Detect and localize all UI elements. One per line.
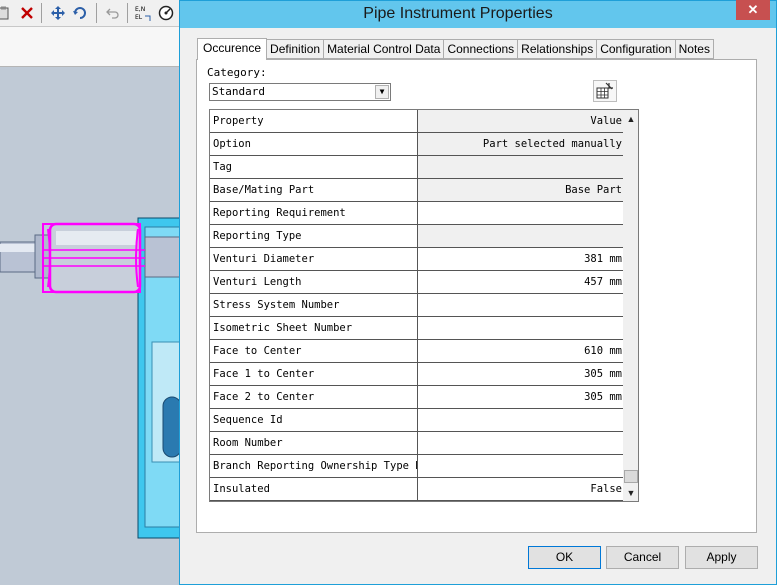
property-name-cell: Face to Center	[210, 340, 418, 363]
graphic-view[interactable]	[0, 67, 181, 585]
svg-text:EL: EL	[135, 14, 143, 21]
property-value-cell[interactable]	[418, 409, 623, 432]
move-icon[interactable]	[48, 3, 67, 22]
property-value-cell[interactable]: 305 mm	[418, 363, 623, 386]
property-name-cell: Venturi Length	[210, 271, 418, 294]
coordinates-icon[interactable]: E,N EL	[133, 3, 152, 22]
category-label: Category:	[207, 66, 267, 79]
property-value-cell[interactable]	[418, 294, 623, 317]
property-name-cell: Reporting Type	[210, 225, 418, 248]
svg-text:E,N: E,N	[135, 6, 145, 13]
measure-icon[interactable]	[156, 3, 175, 22]
rotate-icon[interactable]	[70, 3, 89, 22]
table-row[interactable]: Insulated False	[210, 478, 623, 501]
property-value-cell[interactable]: 305 mm	[418, 386, 623, 409]
property-name-cell: Branch Reporting Ownership Type Bs	[210, 455, 418, 478]
property-name-cell: Face 1 to Center	[210, 363, 418, 386]
apply-button[interactable]: Apply	[685, 546, 758, 569]
property-name-cell: Face 2 to Center	[210, 386, 418, 409]
table-row[interactable]: Tag	[210, 156, 623, 179]
ok-button[interactable]: OK	[528, 546, 601, 569]
tab-relationships[interactable]: Relationships	[518, 39, 598, 59]
value-column-header: Value	[418, 110, 623, 133]
tab-occurence[interactable]: Occurence	[197, 38, 268, 60]
property-grid-rows: Property Value Option Part selected manua…	[210, 110, 623, 501]
close-button[interactable]: ✕	[736, 0, 770, 20]
property-name-cell: Option	[210, 133, 418, 156]
tab-strip: Occurence Definition Material Control Da…	[197, 38, 714, 60]
property-name-cell: Stress System Number	[210, 294, 418, 317]
table-row[interactable]: Reporting Type	[210, 225, 623, 248]
property-value-cell[interactable]	[418, 455, 623, 478]
grid-settings-icon	[596, 82, 613, 99]
delete-icon[interactable]	[17, 3, 36, 22]
clipboard-icon[interactable]	[0, 3, 13, 22]
table-row[interactable]: Base/Mating Part Base Part	[210, 179, 623, 202]
pipe-instrument-properties-dialog: Pipe Instrument Properties ✕ Occurence D…	[179, 0, 777, 585]
grid-header-row: Property Value	[210, 110, 623, 133]
property-value-cell[interactable]	[418, 317, 623, 340]
scroll-down-icon[interactable]: ▼	[623, 484, 638, 501]
dialog-title: Pipe Instrument Properties	[363, 5, 553, 22]
property-name-cell: Isometric Sheet Number	[210, 317, 418, 340]
tab-configuration[interactable]: Configuration	[597, 39, 676, 59]
chevron-down-icon[interactable]: ▼	[375, 85, 389, 99]
toolbar-separator	[41, 3, 42, 23]
property-name-cell: Venturi Diameter	[210, 248, 418, 271]
property-column-header: Property	[210, 110, 418, 133]
tab-material-control-data[interactable]: Material Control Data	[324, 39, 445, 59]
property-value-cell[interactable]: 457 mm	[418, 271, 623, 294]
table-row[interactable]: Face to Center 610 mm	[210, 340, 623, 363]
tab-notes[interactable]: Notes	[675, 39, 714, 59]
property-name-cell: Tag	[210, 156, 418, 179]
property-grid: Property Value Option Part selected manua…	[209, 109, 639, 502]
property-value-cell[interactable]: 381 mm	[418, 248, 623, 271]
table-row[interactable]: Room Number	[210, 432, 623, 455]
pipe-model-drawing	[0, 217, 181, 539]
table-row[interactable]: Face 1 to Center 305 mm	[210, 363, 623, 386]
property-value-cell[interactable]: False	[418, 478, 623, 501]
table-row[interactable]: Face 2 to Center 305 mm	[210, 386, 623, 409]
table-row[interactable]: Reporting Requirement	[210, 202, 623, 225]
app-ribbon-strip	[0, 27, 181, 67]
scrollbar-thumb[interactable]	[624, 470, 638, 483]
toolbar-separator	[96, 3, 97, 23]
dialog-titlebar[interactable]: Pipe Instrument Properties ✕	[180, 0, 776, 28]
table-row[interactable]: Option Part selected manually	[210, 133, 623, 156]
table-row[interactable]: Branch Reporting Ownership Type Bs	[210, 455, 623, 478]
property-value-cell	[418, 156, 623, 179]
grid-vertical-scrollbar[interactable]: ▲ ▼	[623, 110, 638, 501]
property-name-cell: Room Number	[210, 432, 418, 455]
grid-options-button[interactable]	[593, 80, 617, 102]
category-dropdown[interactable]: Standard ▼	[209, 83, 391, 101]
property-value-cell: Part selected manually	[418, 133, 623, 156]
property-value-cell[interactable]: 610 mm	[418, 340, 623, 363]
property-name-cell: Reporting Requirement	[210, 202, 418, 225]
table-row[interactable]: Venturi Diameter 381 mm	[210, 248, 623, 271]
table-row[interactable]: Stress System Number	[210, 294, 623, 317]
property-name-cell: Sequence Id	[210, 409, 418, 432]
property-value-cell	[418, 225, 623, 248]
close-icon: ✕	[747, 2, 759, 17]
tab-definition[interactable]: Definition	[267, 39, 325, 59]
property-name-cell: Insulated	[210, 478, 418, 501]
property-value-cell: Base Part	[418, 179, 623, 202]
cancel-button[interactable]: Cancel	[606, 546, 679, 569]
scroll-up-icon[interactable]: ▲	[623, 110, 638, 127]
undo-icon[interactable]	[103, 3, 122, 22]
property-name-cell: Base/Mating Part	[210, 179, 418, 202]
category-value: Standard	[212, 85, 265, 98]
table-row[interactable]: Sequence Id	[210, 409, 623, 432]
property-value-cell[interactable]	[418, 202, 623, 225]
property-value-cell[interactable]	[418, 432, 623, 455]
tab-connections[interactable]: Connections	[444, 39, 519, 59]
toolbar-separator	[127, 3, 128, 23]
table-row[interactable]: Venturi Length 457 mm	[210, 271, 623, 294]
table-row[interactable]: Isometric Sheet Number	[210, 317, 623, 340]
app-toolbar: E,N EL	[0, 0, 181, 27]
